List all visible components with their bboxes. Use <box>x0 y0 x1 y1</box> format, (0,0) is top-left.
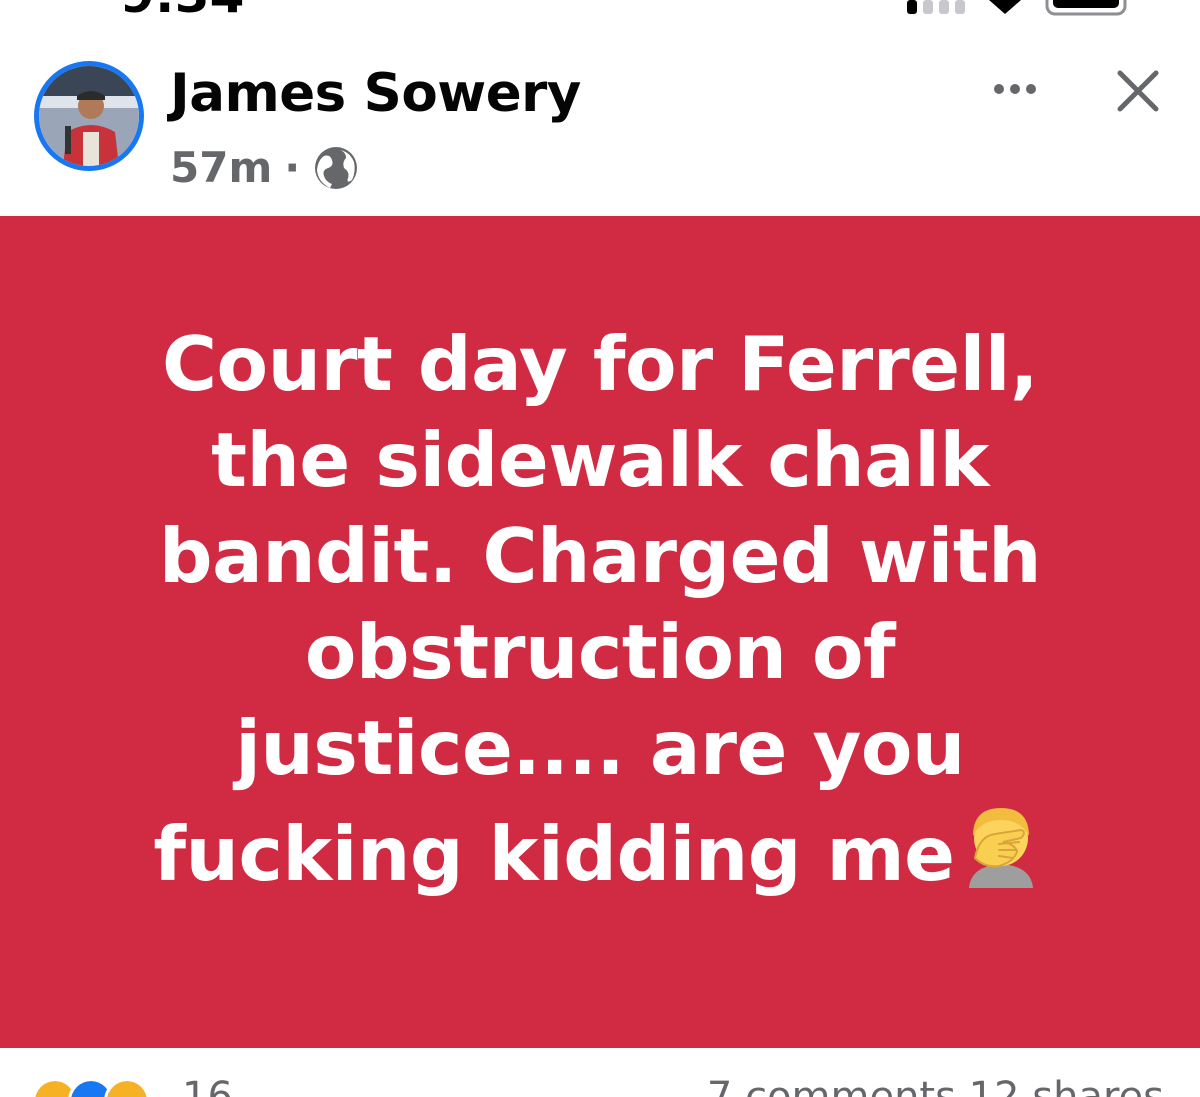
globe-icon <box>315 146 358 189</box>
post-meta: 57m · <box>170 143 360 192</box>
reaction-count[interactable]: 16 <box>182 1074 233 1097</box>
sad-reaction-icon <box>104 1078 150 1097</box>
status-time: 9:34 <box>120 0 244 20</box>
post-text-line: the sidewalk chalk <box>211 416 989 504</box>
post-text: Court day for Ferrell, the sidewalk chal… <box>60 316 1140 902</box>
wifi-icon <box>989 0 1021 14</box>
signal-icon <box>907 0 965 14</box>
more-options-icon[interactable] <box>985 69 1045 109</box>
post-text-line: Court day for Ferrell, <box>162 320 1038 408</box>
post-text-card: Court day for Ferrell, the sidewalk chal… <box>0 216 1200 1048</box>
avatar-photo <box>39 66 139 166</box>
post-text-line: fucking kidding me <box>153 810 955 898</box>
meta-separator: · <box>284 143 301 192</box>
status-bar: 9:34 <box>0 0 1200 20</box>
post-text-line: obstruction of <box>304 608 896 696</box>
post-text-line: justice.... are you <box>235 704 965 792</box>
post-header: James Sowery 57m · <box>0 55 1200 205</box>
post-text-last-line: fucking kidding me <box>60 796 1140 902</box>
avatar[interactable] <box>34 61 144 171</box>
comments-shares-count[interactable]: 7 comments 12 shares <box>707 1074 1164 1097</box>
post-text-line: bandit. Charged with <box>158 512 1042 600</box>
battery-icon <box>1045 0 1127 16</box>
author-name[interactable]: James Sowery <box>170 63 581 124</box>
post-footer: 16 7 comments 12 shares <box>0 1048 1200 1097</box>
reaction-icons[interactable] <box>32 1078 150 1097</box>
post-timestamp[interactable]: 57m <box>170 143 272 192</box>
facepalm-icon <box>968 808 1033 888</box>
close-icon[interactable] <box>1112 65 1164 117</box>
